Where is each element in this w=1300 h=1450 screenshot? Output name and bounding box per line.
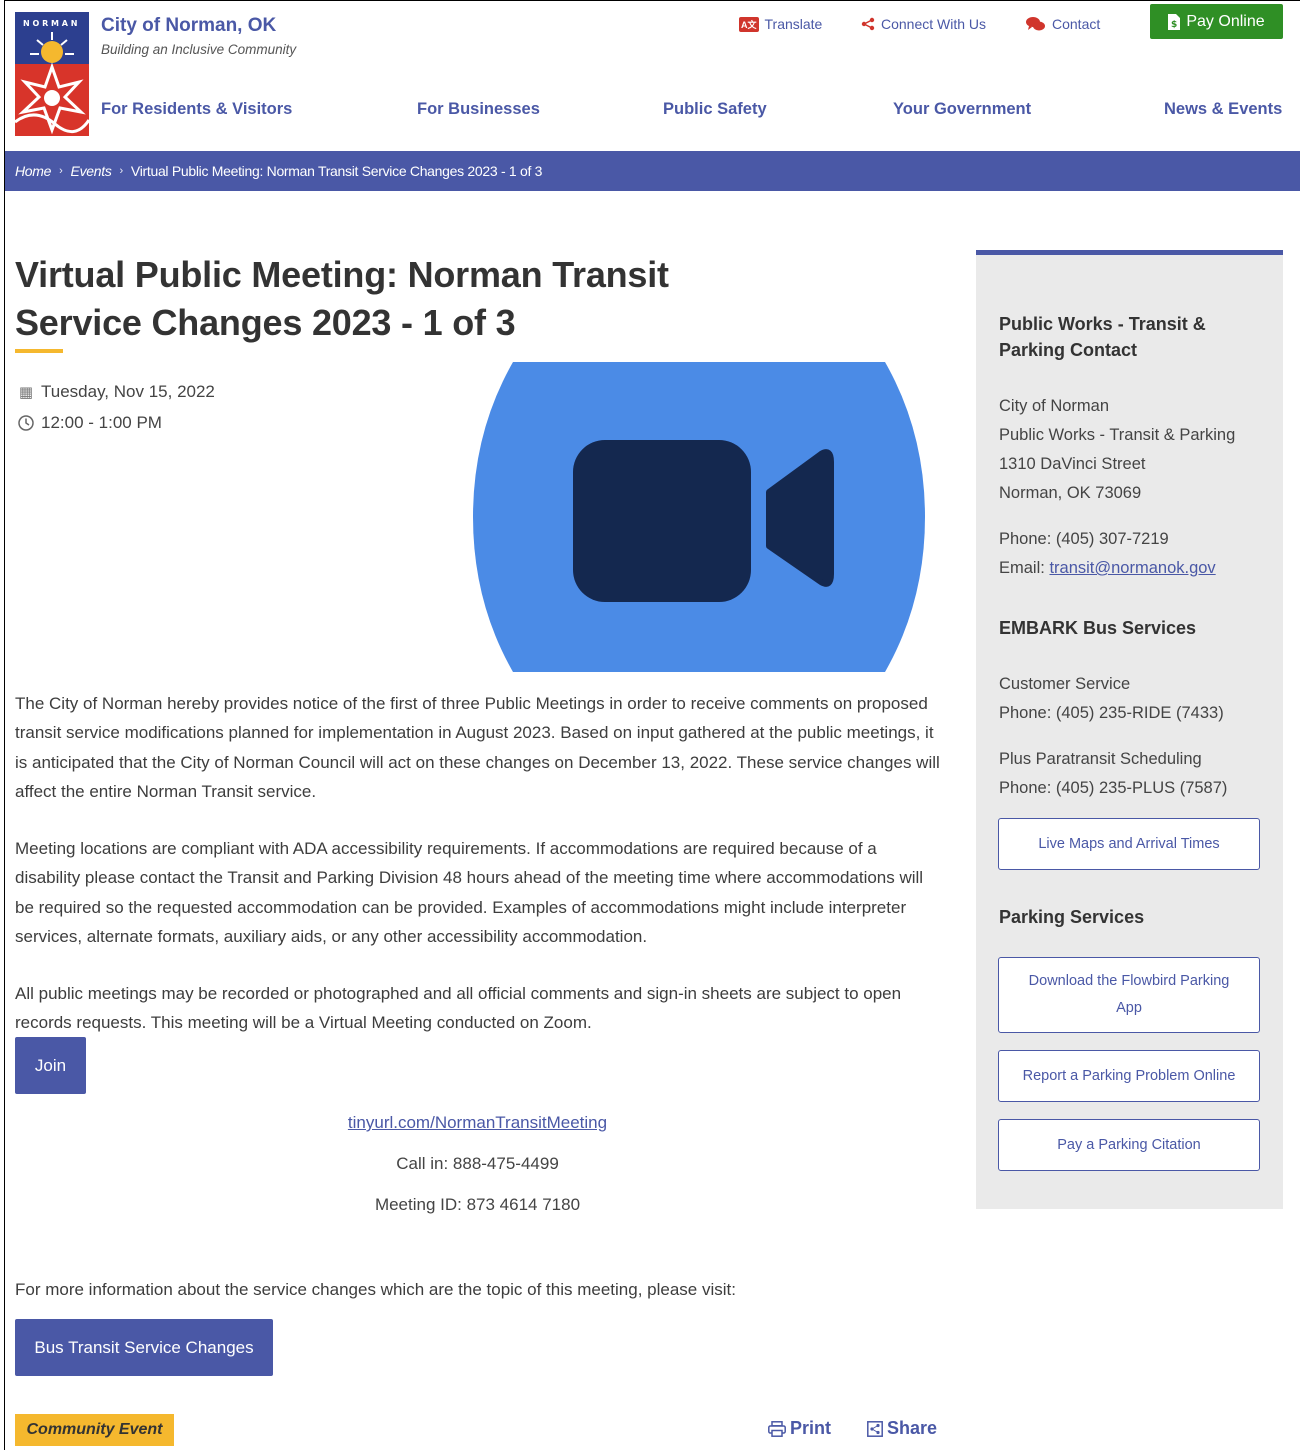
contact-heading-line-2: Parking Contact (999, 340, 1138, 360)
site-tagline: Building an Inclusive Community (101, 42, 297, 57)
contact-city: Norman, OK 73069 (999, 484, 1142, 502)
connect-link[interactable]: Connect With Us (861, 16, 986, 32)
contact-email-label: Email: (999, 559, 1050, 577)
contact-heading: Public Works - Transit & Parking Contact (999, 311, 1206, 363)
translate-label: Translate (764, 16, 823, 32)
description-paragraph-3: All public meetings may be recorded or p… (15, 984, 902, 1033)
translate-icon: A文 (739, 16, 759, 32)
page-title-line-1: Virtual Public Meeting: Norman Transit (15, 254, 669, 295)
bus-transit-changes-button[interactable]: Bus Transit Service Changes (15, 1319, 273, 1376)
live-maps-button[interactable]: Live Maps and Arrival Times (998, 818, 1260, 870)
print-label: Print (790, 1418, 832, 1438)
pay-citation-button[interactable]: Pay a Parking Citation (998, 1119, 1260, 1171)
page: N O R M A N City of Norman, OK Building … (4, 0, 1300, 1450)
chevron-right-icon: › (59, 165, 63, 177)
paratransit-phone: Phone: (405) 235-PLUS (7587) (999, 779, 1228, 797)
translate-link[interactable]: A文 Translate (739, 16, 822, 32)
contact-email-line: Email: transit@normanok.gov (999, 559, 1216, 578)
nav-residents-visitors[interactable]: For Residents & Visitors (101, 100, 292, 119)
contact-street: 1310 DaVinci Street (999, 455, 1146, 473)
meeting-id: Meeting ID: 873 4614 7180 (374, 1195, 581, 1214)
receipt-dollar-icon: $ (1168, 13, 1181, 30)
breadcrumb: Home › Events › Virtual Public Meeting: … (5, 151, 1300, 191)
share-network-icon (861, 17, 875, 31)
event-date-text: Tuesday, Nov 15, 2022 (41, 382, 215, 401)
svg-text:N O R M A N: N O R M A N (23, 19, 77, 28)
contact-email-link[interactable]: transit@normanok.gov (1049, 559, 1215, 577)
breadcrumb-home[interactable]: Home (15, 163, 51, 179)
join-button[interactable]: Join (15, 1037, 86, 1094)
report-parking-problem-button[interactable]: Report a Parking Problem Online (998, 1050, 1260, 1102)
pay-online-label: Pay Online (1186, 12, 1265, 30)
zoom-video-camera-image (473, 362, 925, 672)
category-tag[interactable]: Community Event (15, 1414, 174, 1446)
meeting-link[interactable]: tinyurl.com/NormanTransitMeeting (15, 1113, 940, 1133)
contact-org: City of Norman (999, 397, 1110, 415)
page-title-line-2: Service Changes 2023 - 1 of 3 (15, 302, 516, 343)
calendar-icon: ▦ (18, 384, 34, 401)
description-paragraph-2: Meeting locations are compliant with ADA… (15, 839, 924, 946)
paratransit-label: Plus Paratransit Scheduling (999, 750, 1202, 768)
site-name[interactable]: City of Norman, OK (101, 15, 276, 37)
share-label: Share (887, 1418, 938, 1438)
breadcrumb-events[interactable]: Events (71, 163, 112, 179)
embark-heading: EMBARK Bus Services (999, 618, 1197, 638)
flowbird-app-button[interactable]: Download the Flowbird Parking App (998, 957, 1260, 1033)
contact-phone: Phone: (405) 307-7219 (999, 530, 1169, 548)
page-title: Virtual Public Meeting: Norman Transit S… (15, 251, 715, 347)
parking-heading: Parking Services (999, 907, 1145, 927)
customer-service-label: Customer Service (999, 675, 1131, 693)
city-seal-logo[interactable]: N O R M A N (15, 12, 89, 136)
call-in-number: Call in: 888-475-4499 (396, 1154, 559, 1173)
nav-public-safety[interactable]: Public Safety (663, 100, 767, 119)
chat-bubbles-icon (1026, 17, 1045, 31)
contact-link[interactable]: Contact (1026, 16, 1100, 32)
breadcrumb-current: Virtual Public Meeting: Norman Transit S… (130, 163, 543, 179)
clock-icon (18, 415, 34, 431)
more-info-text: For more information about the service c… (15, 1280, 736, 1299)
nav-businesses[interactable]: For Businesses (417, 100, 540, 119)
title-accent-bar (15, 349, 63, 353)
nav-your-government[interactable]: Your Government (893, 100, 1031, 119)
nav-news-events[interactable]: News & Events (1164, 100, 1282, 119)
event-date: ▦ Tuesday, Nov 15, 2022 (17, 382, 215, 402)
description-paragraph-1: The City of Norman hereby provides notic… (15, 694, 940, 801)
sidebar-contact-panel: Public Works - Transit & Parking Contact… (976, 250, 1283, 1209)
share-icon (867, 1420, 883, 1437)
print-button[interactable]: Print (768, 1418, 831, 1439)
share-button[interactable]: Share (867, 1418, 937, 1439)
event-time-text: 12:00 - 1:00 PM (41, 413, 162, 432)
customer-service-phone: Phone: (405) 235-RIDE (7433) (999, 704, 1224, 722)
svg-text:$: $ (1171, 20, 1177, 30)
contact-dept: Public Works - Transit & Parking (999, 426, 1236, 444)
chevron-right-icon: › (119, 165, 124, 177)
contact-label: Contact (1052, 16, 1101, 32)
contact-heading-line-1: Public Works - Transit & (999, 314, 1206, 334)
event-time: 12:00 - 1:00 PM (17, 413, 162, 433)
connect-label: Connect With Us (881, 16, 987, 32)
pay-online-button[interactable]: $ Pay Online (1150, 4, 1283, 39)
printer-icon (768, 1420, 786, 1437)
